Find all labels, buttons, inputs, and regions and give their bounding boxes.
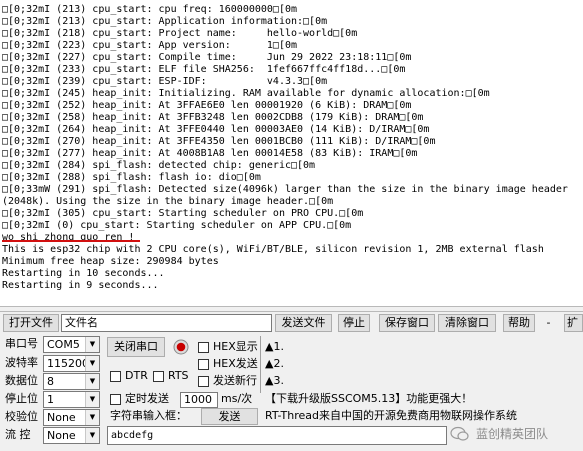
interval-input[interactable]: 1000	[180, 392, 218, 408]
hex-send-checkbox[interactable]	[198, 359, 209, 370]
terminal-line: Minimum free heap size: 290984 bytes	[2, 256, 219, 267]
baud-label: 波特率	[5, 356, 38, 369]
open-file-button[interactable]: 打开文件	[3, 314, 59, 332]
databits-value: 8	[47, 375, 54, 388]
rts-checkbox[interactable]	[153, 371, 164, 382]
terminal-line: □[0;32mI (270) heap_init: At 3FFE4350 le…	[2, 136, 436, 147]
terminal-line: This is esp32 chip with 2 CPU core(s), W…	[2, 244, 544, 255]
highlight-underline	[2, 240, 140, 242]
chat-bubble-icon	[450, 426, 469, 441]
parity-label: 校验位	[5, 410, 38, 423]
chevron-down-icon[interactable]: ▼	[85, 374, 99, 389]
terminal-line: (2048k). Using the size in the binary im…	[2, 196, 334, 207]
terminal-line: □[0;32mI (277) heap_init: At 4008B1A8 le…	[2, 148, 418, 159]
baud-select[interactable]: 115200 ▼	[43, 355, 100, 372]
collapse-button[interactable]: -	[541, 314, 556, 332]
terminal-line: □[0;32mI (288) spi_flash: flash io: dio□…	[2, 172, 261, 183]
terminal-line: □[0;32mI (252) heap_init: At 3FFAE6E0 le…	[2, 100, 412, 111]
expand-button[interactable]: 扩	[564, 314, 583, 332]
chevron-down-icon[interactable]: ▼	[85, 410, 99, 425]
timed-send-label: 定时发送	[125, 392, 169, 405]
terminal-line: wo shi zhong guo ren !	[2, 232, 135, 243]
send-text-input[interactable]: abcdefg	[107, 426, 447, 445]
terminal-line: □[0;33mW (291) spi_flash: Detected size(…	[2, 184, 568, 195]
terminal-line: □[0;32mI (264) heap_init: At 3FFE0440 le…	[2, 124, 430, 135]
terminal-line: □[0;32mI (233) cpu_start: ELF file SHA25…	[2, 64, 406, 75]
send-file-button[interactable]: 发送文件	[275, 314, 332, 332]
filename-field[interactable]: 文件名	[61, 314, 272, 332]
baud-value: 115200	[47, 357, 89, 370]
save-window-button[interactable]: 保存窗口	[379, 314, 435, 332]
parity-select[interactable]: None ▼	[43, 409, 100, 426]
rts-label: RTS	[168, 369, 189, 382]
chevron-down-icon[interactable]: ▼	[85, 428, 99, 443]
column-separator	[260, 336, 261, 393]
terminal-line: □[0;32mI (0) cpu_start: Starting schedul…	[2, 220, 352, 231]
watermark-text: 蓝创精英团队	[476, 427, 549, 441]
port-value: COM5	[47, 338, 80, 351]
stopbits-label: 停止位	[5, 392, 38, 405]
annotation-1: ▲1.	[265, 340, 284, 353]
stop-button[interactable]: 停止	[338, 314, 370, 332]
hex-display-checkbox[interactable]	[198, 342, 209, 353]
terminal-line: □[0;32mI (213) cpu_start: Application in…	[2, 16, 328, 27]
send-newline-checkbox[interactable]	[198, 376, 209, 387]
download-upgrade-link[interactable]: 【下载升级版SSCOM5.13】功能更强大！	[265, 391, 472, 407]
chevron-down-icon[interactable]: ▼	[85, 356, 99, 371]
terminal-output[interactable]: □[0;32mI (213) cpu_start: cpu freq: 1600…	[0, 0, 583, 306]
terminal-line: Restarting in 10 seconds...	[2, 268, 165, 279]
terminal-line: □[0;32mI (239) cpu_start: ESP-IDF: v4.3.…	[2, 76, 328, 87]
clear-window-button[interactable]: 清除窗口	[438, 314, 496, 332]
close-port-button[interactable]: 关闭串口	[107, 337, 165, 357]
help-button[interactable]: 帮助	[503, 314, 535, 332]
timed-send-checkbox[interactable]	[110, 394, 121, 405]
watermark: 蓝创精英团队	[450, 424, 583, 444]
terminal-line: □[0;32mI (213) cpu_start: cpu freq: 1600…	[2, 4, 298, 15]
send-button[interactable]: 发送	[201, 408, 258, 425]
hex-send-label: HEX发送	[213, 357, 258, 370]
parity-value: None	[47, 411, 76, 424]
record-led-icon	[173, 339, 189, 355]
databits-select[interactable]: 8 ▼	[43, 373, 100, 390]
dtr-checkbox[interactable]	[110, 371, 121, 382]
string-input-label: 字符串输入框：	[110, 409, 187, 422]
terminal-line: Restarting in 9 seconds...	[2, 280, 159, 291]
hex-display-label: HEX显示	[213, 340, 258, 353]
terminal-line: □[0;32mI (258) heap_init: At 3FFB3248 le…	[2, 112, 424, 123]
chevron-down-icon[interactable]: ▼	[85, 337, 99, 352]
terminal-line: □[0;32mI (218) cpu_start: Project name: …	[2, 28, 358, 39]
send-newline-label: 发送新行	[213, 374, 257, 387]
databits-label: 数据位	[5, 374, 38, 387]
terminal-line: □[0;32mI (284) spi_flash: detected chip:…	[2, 160, 316, 171]
stopbits-value: 1	[47, 393, 54, 406]
flow-select[interactable]: None ▼	[43, 427, 100, 444]
terminal-line: □[0;32mI (245) heap_init: Initializing. …	[2, 88, 490, 99]
flow-label: 流 控	[5, 428, 31, 441]
port-label: 串口号	[5, 337, 38, 350]
flow-value: None	[47, 429, 76, 442]
annotation-2: ▲2.	[265, 357, 284, 370]
terminal-line: □[0;32mI (227) cpu_start: Compile time: …	[2, 52, 412, 63]
interval-unit: ms/次	[221, 392, 253, 405]
terminal-line: □[0;32mI (305) cpu_start: Starting sched…	[2, 208, 364, 219]
rt-thread-link[interactable]: RT-Thread来自中国的开源免费商用物联网操作系统	[265, 408, 517, 424]
dtr-label: DTR	[125, 369, 148, 382]
chevron-down-icon[interactable]: ▼	[85, 392, 99, 407]
stopbits-select[interactable]: 1 ▼	[43, 391, 100, 408]
annotation-3: ▲3.	[265, 374, 284, 387]
terminal-line: □[0;32mI (223) cpu_start: App version: 1…	[2, 40, 298, 51]
port-select[interactable]: COM5 ▼	[43, 336, 100, 353]
